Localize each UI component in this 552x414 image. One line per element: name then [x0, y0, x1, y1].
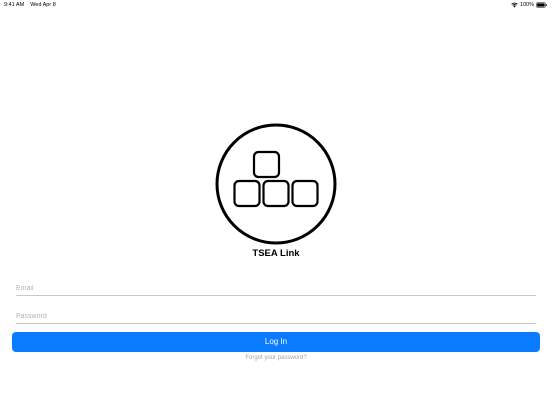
stacked-blocks-logo-icon — [215, 123, 337, 245]
app-title: TSEA Link — [252, 248, 300, 259]
status-time: 9:41 AM — [4, 2, 25, 8]
status-bar: 9:41 AM Wed Apr 8 100% — [0, 0, 552, 10]
password-field[interactable] — [16, 309, 536, 324]
login-button[interactable]: Log In — [12, 332, 540, 352]
status-right: 100% — [511, 0, 547, 10]
battery-icon — [536, 2, 547, 8]
forgot-password-link[interactable]: Forgot your password? — [0, 354, 552, 363]
wifi-icon — [511, 2, 518, 8]
status-left: 9:41 AM Wed Apr 8 — [4, 0, 56, 10]
battery-percent: 100% — [519, 2, 534, 8]
login-screen: 9:41 AM Wed Apr 8 100% TSEA Link Email L… — [0, 0, 552, 414]
email-field[interactable] — [16, 281, 536, 296]
status-date: Wed Apr 8 — [30, 2, 56, 8]
